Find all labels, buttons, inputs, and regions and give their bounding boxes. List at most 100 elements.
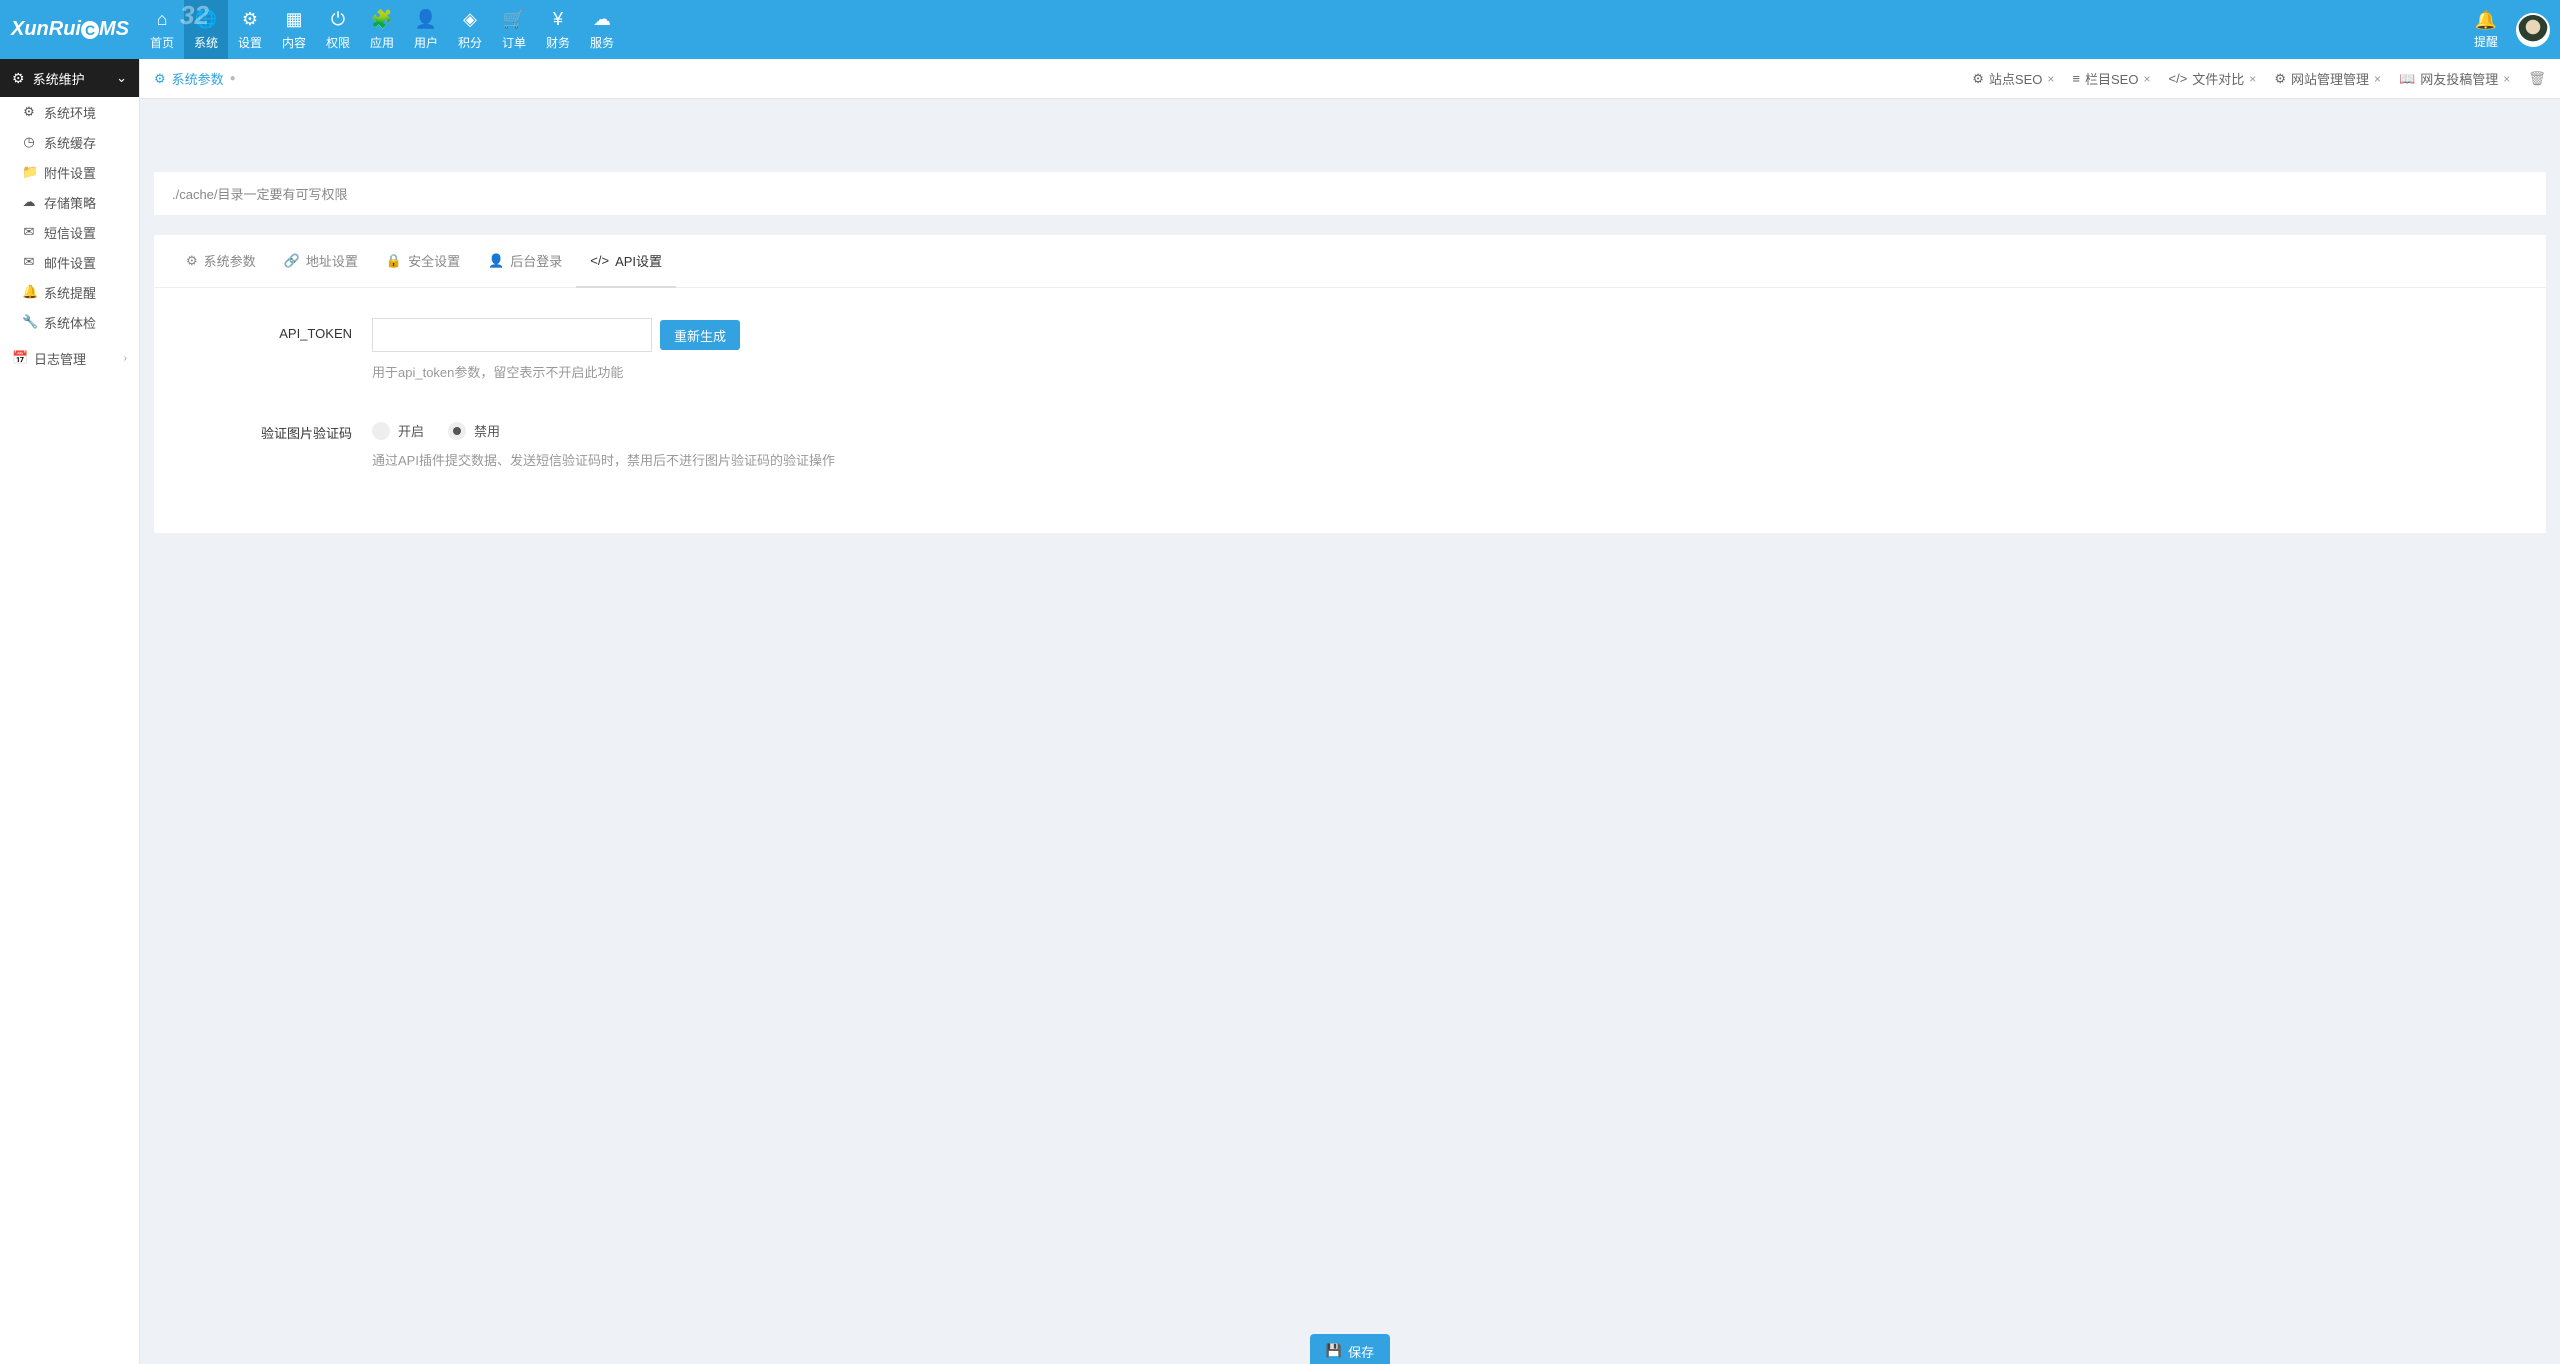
sidebar-item-label: 系统缓存 xyxy=(44,133,96,152)
sidebar-item-mail[interactable]: ✉邮件设置 xyxy=(0,247,139,277)
panel-tab-url[interactable]: 🔗地址设置 xyxy=(270,235,372,288)
close-icon[interactable]: × xyxy=(2503,72,2510,86)
gear-icon: ⚙ xyxy=(12,70,25,87)
nav-app[interactable]: 🧩应用 xyxy=(360,0,404,59)
sidebar-item-attach[interactable]: 📁 附件设置 xyxy=(0,157,139,187)
puzzle-icon: 🧩 xyxy=(371,9,393,30)
footer-save: 💾 保存 xyxy=(140,1334,2560,1364)
panel-tab-label: 系统参数 xyxy=(204,251,256,270)
header-right: 🔔 提醒 xyxy=(2464,0,2560,59)
close-icon[interactable]: × xyxy=(2143,72,2150,86)
sidebar-item-storage[interactable]: ☁存储策略 xyxy=(0,187,139,217)
trash-icon[interactable]: 🗑 xyxy=(2528,70,2546,87)
captcha-radio-on[interactable]: 开启 xyxy=(372,421,424,440)
nav-permission[interactable]: ⏻权限 xyxy=(316,0,360,59)
sidebar-item-cache[interactable]: ◷ 系统缓存 xyxy=(0,127,139,157)
tab-label: 网友投稿管理 xyxy=(2420,69,2498,88)
bell-icon: 🔔 xyxy=(22,284,36,300)
save-button[interactable]: 💾 保存 xyxy=(1310,1334,1390,1364)
nav-label: 积分 xyxy=(458,34,482,51)
cloud-icon: ☁ xyxy=(22,194,36,210)
close-icon[interactable]: × xyxy=(2249,72,2256,86)
tab-file-diff[interactable]: </>文件对比× xyxy=(2168,69,2256,88)
folder-icon: 📁 xyxy=(22,164,36,180)
nav-label: 用户 xyxy=(414,34,438,51)
sidebar-item-env[interactable]: ⚙系统环境 xyxy=(0,97,139,127)
panel-tab-system[interactable]: ⚙系统参数 xyxy=(172,235,270,288)
nav-order[interactable]: 🛒订单 xyxy=(492,0,536,59)
globe-icon: 🌐 xyxy=(195,9,217,30)
sidebar-item-sms[interactable]: ✉短信设置 xyxy=(0,217,139,247)
home-icon: ⌂ xyxy=(157,9,168,30)
nav-label: 设置 xyxy=(238,34,262,51)
nav-label: 首页 xyxy=(150,34,174,51)
nav-user[interactable]: 👤用户 xyxy=(404,0,448,59)
remind-button[interactable]: 🔔 提醒 xyxy=(2464,4,2508,56)
lock-icon: 🔒 xyxy=(386,253,402,269)
save-label: 保存 xyxy=(1348,1342,1374,1361)
nav-finance[interactable]: ¥ 财务 xyxy=(536,0,580,59)
yen-icon: ¥ xyxy=(553,9,563,30)
nav-label: 财务 xyxy=(546,34,570,51)
sidebar-group-maintain[interactable]: ⚙ 系统维护 ⌄ xyxy=(0,59,139,97)
calendar-icon: 📅 xyxy=(12,350,26,366)
sidebar-item-label: 系统体检 xyxy=(44,313,96,332)
captcha-help: 通过API插件提交数据、发送短信验证码时，禁用后不进行图片验证码的验证操作 xyxy=(372,450,2528,469)
regenerate-button[interactable]: 重新生成 xyxy=(660,320,740,350)
sidebar-item-log[interactable]: 📅 日志管理 › xyxy=(0,343,139,373)
gear-icon: ⚙ xyxy=(154,71,166,87)
sidebar-item-remind[interactable]: 🔔 系统提醒 xyxy=(0,277,139,307)
gear-icon: ⚙ xyxy=(2274,71,2286,87)
nav-label: 内容 xyxy=(282,34,306,51)
captcha-radio-off[interactable]: 禁用 xyxy=(448,421,500,440)
power-icon: ⏻ xyxy=(331,9,345,30)
tab-contribute[interactable]: 📖网友投稿管理× xyxy=(2399,69,2510,88)
radio-label: 禁用 xyxy=(474,421,500,440)
form-row-captcha: 验证图片验证码 开启 禁用 通过API插件提交数据、发送短信验证码时，禁用后不进… xyxy=(172,415,2528,493)
panel-tab-security[interactable]: 🔒安全设置 xyxy=(372,235,474,288)
tab-site-seo[interactable]: ⚙站点SEO× xyxy=(1972,69,2054,88)
envelope-icon: ✉ xyxy=(22,254,36,270)
nav-home[interactable]: ⌂ 首页 xyxy=(140,0,184,59)
api-token-label: API_TOKEN xyxy=(172,318,372,405)
panel: ⚙系统参数 🔗地址设置 🔒安全设置 👤后台登录 </>API设置 API_TOK… xyxy=(154,235,2546,533)
dot-icon: ● xyxy=(230,73,236,84)
tab-col-seo[interactable]: ≡ 栏目SEO × xyxy=(2072,69,2150,88)
captcha-label: 验证图片验证码 xyxy=(172,415,372,493)
nav-settings[interactable]: ⚙设置 xyxy=(228,0,272,59)
panel-tabs: ⚙系统参数 🔗地址设置 🔒安全设置 👤后台登录 </>API设置 xyxy=(154,235,2546,288)
tabbar: ⚙ 系统参数 ● ⚙站点SEO× ≡ 栏目SEO × </>文件对比× ⚙ 网站管理管… xyxy=(140,59,2560,99)
tabbar-current-label: 系统参数 xyxy=(172,69,224,88)
panel-tab-api[interactable]: </>API设置 xyxy=(576,235,676,288)
form-row-api-token: API_TOKEN 重新生成 用于api_token参数，留空表示不开启此功能 xyxy=(172,318,2528,405)
api-token-help: 用于api_token参数，留空表示不开启此功能 xyxy=(372,362,2528,381)
radio-icon xyxy=(372,422,390,440)
sidebar-item-label: 系统提醒 xyxy=(44,283,96,302)
bell-icon: 🔔 xyxy=(2475,10,2497,31)
api-token-input[interactable] xyxy=(372,318,652,352)
nav-points[interactable]: ◈积分 xyxy=(448,0,492,59)
avatar[interactable] xyxy=(2516,13,2550,47)
nav-label: 系统 xyxy=(194,34,218,51)
tab-site-manage[interactable]: ⚙ 网站管理管理 × xyxy=(2274,69,2381,88)
panel-tab-login[interactable]: 👤后台登录 xyxy=(474,235,576,288)
logo[interactable]: XunRuiCMS xyxy=(0,0,140,59)
nav-service[interactable]: ☁服务 xyxy=(580,0,624,59)
sidebar-item-label: 附件设置 xyxy=(44,163,96,182)
form: API_TOKEN 重新生成 用于api_token参数，留空表示不开启此功能 … xyxy=(154,288,2546,493)
remind-label: 提醒 xyxy=(2474,33,2498,50)
close-icon[interactable]: × xyxy=(2374,72,2381,86)
list-icon: ≡ xyxy=(2072,71,2080,86)
nav-system[interactable]: 🌐 系统 xyxy=(184,0,228,59)
grid-icon: ▦ xyxy=(285,9,302,30)
save-icon: 💾 xyxy=(1326,1343,1342,1359)
sidebar-item-health[interactable]: 🔧系统体检 xyxy=(0,307,139,337)
tabbar-current[interactable]: ⚙ 系统参数 ● xyxy=(154,69,236,88)
top-header: XunRuiCMS 32 ⌂首页 🌐系统 ⚙设置 ▦内容 ⏻权限 🧩应用 👤用户… xyxy=(0,0,2560,59)
clock-icon: ◷ xyxy=(22,134,36,150)
gear-icon: ⚙ xyxy=(1972,71,1984,87)
close-icon[interactable]: × xyxy=(2047,72,2054,86)
tab-label: 网站管理管理 xyxy=(2291,69,2369,88)
nav-content[interactable]: ▦ 内容 xyxy=(272,0,316,59)
tab-label: 栏目SEO xyxy=(2085,69,2138,88)
